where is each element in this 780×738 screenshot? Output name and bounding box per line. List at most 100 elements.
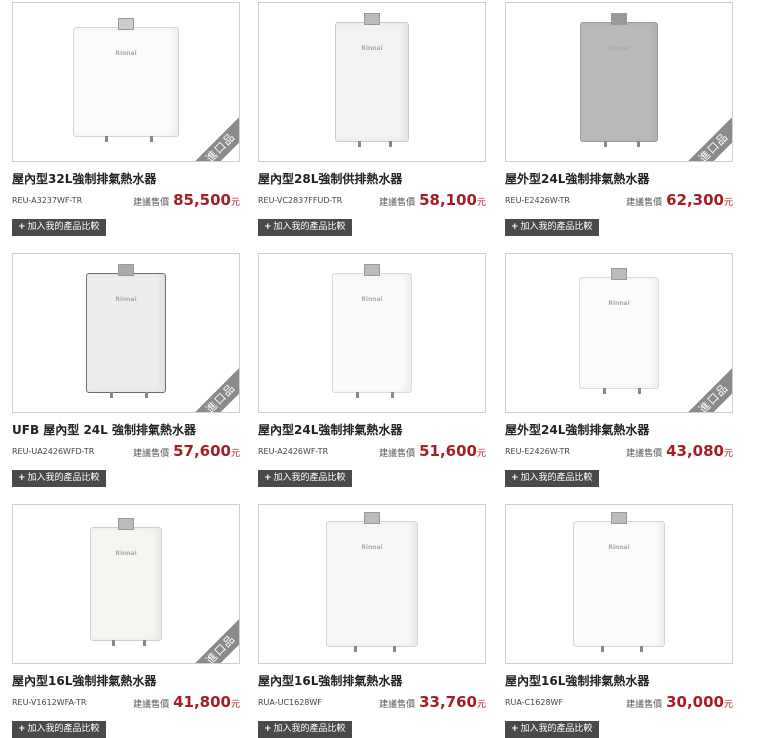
plus-icon: + [511, 222, 519, 232]
brand-logo: Rinnai [115, 550, 137, 557]
exhaust-pipe-icon [611, 13, 627, 25]
water-heater-image: Rinnai [573, 512, 665, 652]
add-to-compare-label: 加入我的產品比較 [273, 473, 346, 483]
add-to-compare-label: 加入我的產品比較 [520, 724, 593, 734]
connector-pipes-icon [601, 646, 643, 652]
add-to-compare-label: 加入我的產品比較 [273, 724, 346, 734]
product-image[interactable]: Rinnai 進口品 [505, 253, 733, 413]
product-name[interactable]: 屋內型32L強制排氣熱水器 [12, 170, 242, 187]
product-image[interactable]: Rinnai 進口品 [505, 2, 733, 162]
currency-unit: 元 [476, 700, 486, 710]
water-heater-image: Rinnai [332, 264, 412, 398]
product-price: 30,000 [666, 693, 724, 711]
currency-unit: 元 [230, 700, 240, 710]
water-heater-image: Rinnai [579, 268, 659, 394]
product-name[interactable]: 屋內型16L強制排氣熱水器 [505, 672, 735, 689]
price-row: 建議售價 85,500元 [133, 190, 240, 209]
import-badge: 進口品 [679, 113, 732, 161]
product-model: REU-UA2426WFD-TR [12, 447, 95, 456]
exhaust-pipe-icon [364, 13, 380, 25]
add-to-compare-button[interactable]: + 加入我的產品比較 [505, 470, 599, 487]
connector-pipes-icon [354, 646, 396, 652]
product-price: 85,500 [173, 191, 231, 209]
currency-unit: 元 [230, 449, 240, 459]
connector-pipes-icon [105, 136, 153, 142]
add-to-compare-button[interactable]: + 加入我的產品比較 [505, 219, 599, 236]
price-label: 建議售價 [133, 198, 170, 208]
product-name[interactable]: 屋內型28L強制供排熱水器 [258, 170, 488, 187]
exhaust-pipe-icon [118, 18, 134, 30]
import-badge: 進口品 [186, 113, 239, 161]
water-heater-image: Rinnai [326, 512, 418, 652]
product-image[interactable]: Rinnai [258, 253, 486, 413]
product-image[interactable]: Rinnai 進口品 [12, 2, 240, 162]
currency-unit: 元 [476, 449, 486, 459]
product-name[interactable]: 屋內型24L強制排氣熱水器 [258, 421, 488, 438]
brand-logo: Rinnai [115, 296, 137, 303]
brand-logo: Rinnai [608, 544, 630, 551]
connector-pipes-icon [357, 141, 393, 147]
currency-unit: 元 [723, 198, 733, 208]
currency-unit: 元 [230, 198, 240, 208]
price-label: 建議售價 [379, 198, 416, 208]
price-label: 建議售價 [133, 700, 170, 710]
connector-pipes-icon [356, 392, 394, 398]
add-to-compare-button[interactable]: + 加入我的產品比較 [12, 721, 106, 738]
product-price: 43,080 [666, 442, 724, 460]
add-to-compare-button[interactable]: + 加入我的產品比較 [505, 721, 599, 738]
add-to-compare-label: 加入我的產品比較 [520, 473, 593, 483]
currency-unit: 元 [723, 700, 733, 710]
price-label: 建議售價 [626, 449, 663, 459]
price-label: 建議售價 [626, 700, 663, 710]
plus-icon: + [511, 473, 519, 483]
product-name[interactable]: 屋內型16L強制排氣熱水器 [12, 672, 242, 689]
price-row: 建議售價 58,100元 [379, 190, 486, 209]
exhaust-pipe-icon [364, 264, 380, 276]
price-row: 建議售價 57,600元 [133, 441, 240, 460]
product-price: 57,600 [173, 442, 231, 460]
connector-pipes-icon [112, 640, 146, 646]
price-row: 建議售價 41,800元 [133, 692, 240, 711]
product-model: REU-A3237WF-TR [12, 196, 83, 205]
product-name[interactable]: 屋外型24L強制排氣熱水器 [505, 421, 735, 438]
add-to-compare-button[interactable]: + 加入我的產品比較 [258, 470, 352, 487]
plus-icon: + [18, 222, 26, 232]
exhaust-pipe-icon [611, 268, 627, 280]
price-row: 建議售價 30,000元 [626, 692, 733, 711]
product-name[interactable]: 屋外型24L強制排氣熱水器 [505, 170, 735, 187]
add-to-compare-button[interactable]: + 加入我的產品比較 [12, 470, 106, 487]
product-image[interactable]: Rinnai [258, 504, 486, 664]
product-image[interactable]: Rinnai [505, 504, 733, 664]
add-to-compare-button[interactable]: + 加入我的產品比較 [258, 219, 352, 236]
price-label: 建議售價 [133, 449, 170, 459]
product-name[interactable]: 屋內型16L強制排氣熱水器 [258, 672, 488, 689]
add-to-compare-button[interactable]: + 加入我的產品比較 [258, 721, 352, 738]
product-price: 41,800 [173, 693, 231, 711]
water-heater-image: Rinnai [580, 13, 658, 147]
add-to-compare-label: 加入我的產品比較 [27, 222, 100, 232]
plus-icon: + [18, 724, 26, 734]
product-model: REU-E2426W-TR [505, 447, 570, 456]
connector-pipes-icon [603, 141, 641, 147]
price-label: 建議售價 [379, 700, 416, 710]
price-row: 建議售價 33,760元 [379, 692, 486, 711]
water-heater-image: Rinnai [86, 264, 166, 398]
add-to-compare-label: 加入我的產品比較 [27, 724, 100, 734]
product-model: REU-A2426WF-TR [258, 447, 329, 456]
product-model: REU-E2426W-TR [505, 196, 570, 205]
brand-logo: Rinnai [361, 544, 383, 551]
brand-logo: Rinnai [115, 50, 137, 57]
price-row: 建議售價 51,600元 [379, 441, 486, 460]
product-image[interactable]: Rinnai [258, 2, 486, 162]
price-row: 建議售價 43,080元 [626, 441, 733, 460]
price-row: 建議售價 62,300元 [626, 190, 733, 209]
brand-logo: Rinnai [361, 45, 383, 52]
product-name[interactable]: UFB 屋內型 24L 強制排氣熱水器 [12, 421, 242, 438]
add-to-compare-button[interactable]: + 加入我的產品比較 [12, 219, 106, 236]
plus-icon: + [264, 724, 272, 734]
product-image[interactable]: Rinnai 進口品 [12, 504, 240, 664]
product-image[interactable]: Rinnai 進口品 [12, 253, 240, 413]
add-to-compare-label: 加入我的產品比較 [273, 222, 346, 232]
currency-unit: 元 [476, 198, 486, 208]
product-model: REU-VC2837FFUD-TR [258, 196, 343, 205]
